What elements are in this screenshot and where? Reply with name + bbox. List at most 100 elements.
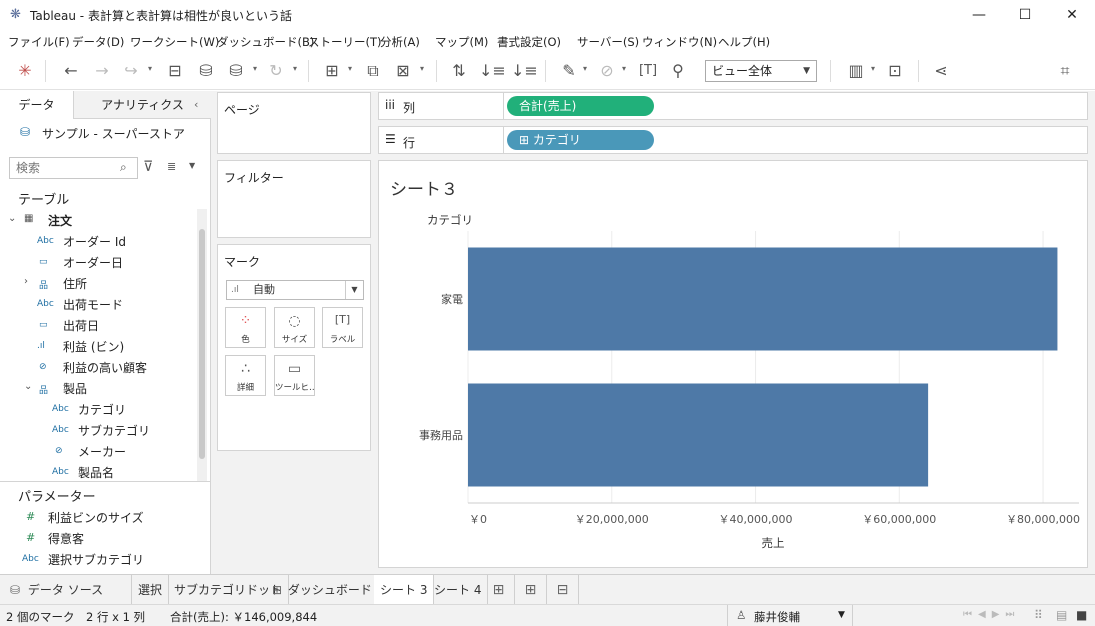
menu-window[interactable]: ウィンドウ(N) — [642, 34, 717, 50]
tab-sheet-4[interactable]: シート 4 — [428, 575, 489, 605]
tableau-home-icon[interactable]: ✳ — [14, 61, 36, 81]
menu-format[interactable]: 書式設定(O) — [497, 34, 561, 50]
table-name[interactable]: 注文 — [48, 212, 72, 229]
chevron-down-icon[interactable]: ⌄ — [24, 381, 32, 392]
chevron-down-icon[interactable]: ▼ — [189, 161, 195, 170]
field-profit-bin[interactable]: 利益 (ビン) — [63, 338, 124, 355]
menu-server[interactable]: サーバー(S) — [577, 34, 639, 50]
datasource-name[interactable]: サンプル - スーパーストア — [42, 125, 185, 142]
pages-card[interactable]: ページ — [217, 92, 371, 154]
field-category[interactable]: カテゴリ — [78, 401, 126, 418]
tab-sheet-select[interactable]: 選択 — [132, 575, 170, 605]
save-icon[interactable]: ⊟ — [164, 61, 186, 81]
sort-ascending-icon[interactable]: ↓≡ — [479, 61, 506, 81]
color-button[interactable]: ⁘ 色 — [225, 307, 266, 348]
menu-dashboard[interactable]: ダッシュボード(B) — [217, 34, 314, 50]
category-pill[interactable]: ⊞ カテゴリ — [507, 130, 654, 150]
filters-card[interactable]: フィルター — [217, 160, 371, 238]
field-subcategory[interactable]: サブカテゴリ — [78, 422, 150, 439]
menu-story[interactable]: ストーリー(T) — [308, 34, 382, 50]
size-button[interactable]: ◌ サイズ — [274, 307, 315, 348]
new-dashboard-icon[interactable]: ⊞ — [515, 575, 547, 605]
scrollbar-thumb[interactable] — [199, 229, 205, 459]
new-story-icon[interactable]: ⊟ — [547, 575, 579, 605]
presentation-mode-icon[interactable]: ⊡ — [884, 61, 906, 81]
user-menu[interactable]: ♙ 藤井俊輔 ▼ — [727, 605, 853, 626]
new-worksheet-icon[interactable]: ⊞ — [483, 575, 515, 605]
minimize-button[interactable]: — — [956, 0, 1002, 30]
show-me-icon[interactable]: ⌗ — [1054, 61, 1076, 81]
redo-icon[interactable]: → — [91, 61, 113, 81]
tab-data[interactable]: データ — [0, 91, 74, 119]
chevron-down-icon[interactable]: ▾ — [420, 64, 424, 73]
refresh-icon[interactable]: ↻ — [265, 61, 287, 81]
rows-shelf[interactable]: ☰ 行 ⊞ カテゴリ — [378, 126, 1088, 154]
menu-analysis[interactable]: 分析(A) — [380, 34, 420, 50]
chevron-down-icon[interactable]: ▾ — [583, 64, 587, 73]
filter-icon[interactable]: ⊽ — [143, 159, 153, 175]
chevron-down-icon[interactable]: ⌄ — [8, 213, 16, 224]
detail-button[interactable]: ∴ 詳細 — [225, 355, 266, 396]
set-field-icon: ⊘ — [39, 362, 47, 372]
maximize-button[interactable]: ☐ — [1002, 0, 1048, 30]
tab-data-source[interactable]: ⛁ データ ソース — [0, 575, 132, 605]
menu-map[interactable]: マップ(M) — [435, 34, 488, 50]
chevron-down-icon[interactable]: ▾ — [348, 64, 352, 73]
filmstrip-view-icon[interactable]: ▤ — [1056, 608, 1067, 622]
new-datasource-icon[interactable]: ⛁ — [195, 61, 217, 81]
field-high-profit-customers[interactable]: 利益の高い顧客 — [63, 359, 147, 376]
label-button[interactable]: [T] ラベル — [322, 307, 363, 348]
search-input[interactable] — [9, 157, 138, 179]
param-top-customers[interactable]: 得意客 — [48, 530, 84, 547]
menu-data[interactable]: データ(D) — [72, 34, 124, 50]
field-product-name[interactable]: 製品名 — [78, 464, 114, 481]
chevron-right-icon[interactable]: › — [24, 276, 28, 287]
chevron-down-icon[interactable]: ▾ — [871, 64, 875, 73]
field-product[interactable]: 製品 — [63, 380, 87, 397]
view-options-icon[interactable]: ≣ — [167, 160, 176, 173]
field-order-date[interactable]: オーダー日 — [63, 254, 123, 271]
menu-file[interactable]: ファイル(F) — [8, 34, 70, 50]
fit-select[interactable]: ビュー全体 ▼ — [705, 60, 817, 82]
field-manufacturer[interactable]: メーカー — [78, 443, 126, 460]
chevron-down-icon[interactable]: ▾ — [253, 64, 257, 73]
tabs-view-icon[interactable]: ■ — [1076, 608, 1087, 622]
sales-sum-pill[interactable]: 合計(売上) — [507, 96, 654, 116]
undo-icon[interactable]: ← — [60, 61, 82, 81]
sort-descending-icon[interactable]: ↓≡ — [511, 61, 538, 81]
tab-dashboard-1[interactable]: ⊞ ダッシュボード 1 — [266, 575, 391, 605]
close-button[interactable]: ✕ — [1049, 0, 1095, 30]
chevron-down-icon[interactable]: ▾ — [148, 64, 152, 73]
param-profit-bin-size[interactable]: 利益ビンのサイズ — [48, 509, 144, 526]
pause-updates-icon[interactable]: ⛁ — [225, 61, 247, 81]
show-cards-icon[interactable]: ▥ — [844, 61, 868, 81]
field-ship-mode[interactable]: 出荷モード — [63, 296, 123, 313]
swap-rows-columns-icon[interactable]: ⇅ — [448, 61, 470, 81]
field-ship-date[interactable]: 出荷日 — [63, 317, 99, 334]
field-order-id[interactable]: オーダー Id — [63, 233, 126, 250]
chevron-down-icon[interactable]: ▾ — [293, 64, 297, 73]
tab-sheet-3[interactable]: シート 3 — [374, 575, 435, 605]
clear-sheet-icon[interactable]: ⊠ — [392, 61, 414, 81]
show-mark-labels-icon[interactable]: [T] — [637, 61, 659, 81]
tab-analytics[interactable]: アナリティクス — [74, 91, 211, 119]
grid-view-icon[interactable]: ⠿ — [1034, 608, 1043, 622]
menu-worksheet[interactable]: ワークシート(W) — [130, 34, 219, 50]
highlight-icon[interactable]: ✎ — [558, 61, 580, 81]
param-selected-subcategory[interactable]: 選択サブカテゴリ — [48, 551, 144, 568]
new-worksheet-icon[interactable]: ⊞ — [320, 61, 344, 81]
duplicate-sheet-icon[interactable]: ⧉ — [362, 61, 384, 81]
group-members-icon[interactable]: ⊘ — [596, 61, 618, 81]
collapse-pane-icon[interactable]: ‹ — [194, 98, 198, 111]
tooltip-button[interactable]: ▭ ツールヒ… — [274, 355, 315, 396]
mark-type-select[interactable]: .ıl 自動 ▼ — [226, 280, 364, 300]
fix-axes-icon[interactable]: ⚲ — [667, 61, 689, 81]
data-pane-scrollbar[interactable] — [197, 209, 207, 482]
share-icon[interactable]: ⋖ — [930, 61, 952, 81]
menu-help[interactable]: ヘルプ(H) — [718, 34, 770, 50]
page-navigation-icons[interactable]: ⏮◀▶⏭ — [963, 609, 1020, 620]
field-address[interactable]: 住所 — [63, 275, 87, 292]
columns-shelf[interactable]: iii 列 合計(売上) — [378, 92, 1088, 120]
chevron-down-icon[interactable]: ▾ — [622, 64, 626, 73]
replay-icon[interactable]: ↪ — [120, 61, 142, 81]
